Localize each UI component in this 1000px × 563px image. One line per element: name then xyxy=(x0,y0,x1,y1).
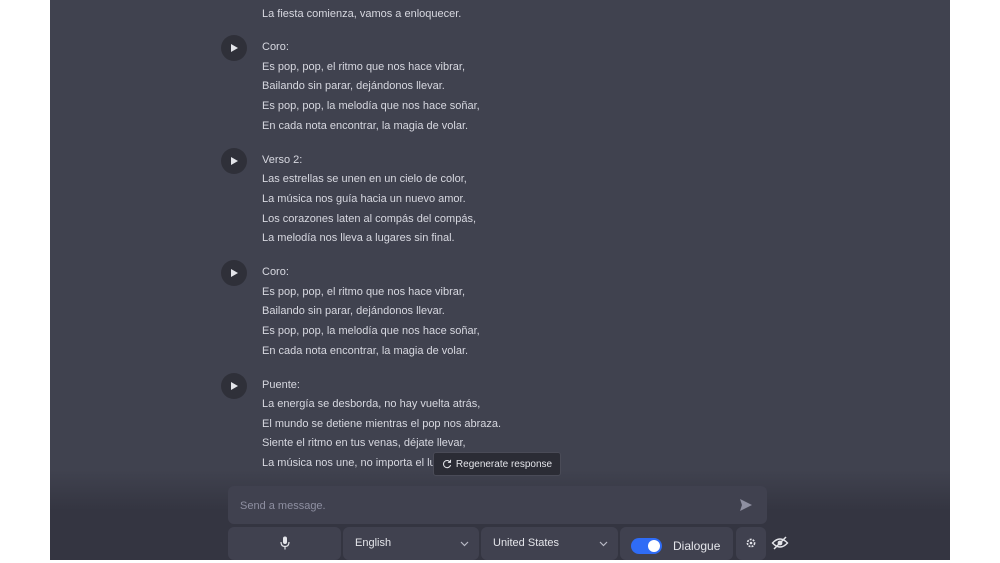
microphone-icon xyxy=(280,536,290,550)
play-icon xyxy=(230,269,238,277)
play-icon xyxy=(230,382,238,390)
lyric-line: Es pop, pop, la melodía que nos hace soñ… xyxy=(262,325,480,337)
lyric-line: Es pop, pop, el ritmo que nos hace vibra… xyxy=(262,61,466,73)
play-button[interactable] xyxy=(221,373,247,399)
play-icon xyxy=(230,157,238,165)
chat-window: La fiesta comienza, vamos a enloquecer. … xyxy=(50,0,950,560)
refresh-icon xyxy=(442,459,452,469)
lyric-line: La melodía nos lleva a lugares sin final… xyxy=(262,232,455,244)
play-icon xyxy=(230,44,238,52)
chevron-down-icon xyxy=(599,541,608,547)
dialogue-control: Dialogue xyxy=(620,527,733,560)
play-button[interactable] xyxy=(221,260,247,286)
lyric-line: Siente el ritmo en tus venas, déjate lle… xyxy=(262,437,466,449)
lyric-line: La fiesta comienza, vamos a enloquecer. xyxy=(262,8,462,20)
gear-icon xyxy=(746,538,756,548)
language-value: English xyxy=(355,537,392,549)
lyric-line: Bailando sin parar, dejándonos llevar. xyxy=(262,305,445,317)
section-heading: Verso 2: xyxy=(262,154,303,166)
section-heading: Coro: xyxy=(262,41,289,53)
toggle-knob xyxy=(648,540,660,552)
dialogue-label: Dialogue xyxy=(673,539,721,553)
lyric-line: La música nos une, no importa el lu xyxy=(262,457,436,469)
language-select[interactable]: English xyxy=(343,527,479,560)
lyric-line: Es pop, pop, el ritmo que nos hace vibra… xyxy=(262,286,466,298)
send-icon[interactable] xyxy=(739,498,753,512)
message-composer xyxy=(228,486,767,526)
lyric-line: La energía se desborda, no hay vuelta at… xyxy=(262,398,481,410)
region-select[interactable]: United States xyxy=(481,527,618,560)
dialogue-toggle[interactable] xyxy=(631,538,662,554)
message-input[interactable] xyxy=(238,486,722,526)
lyric-line: Es pop, pop, la melodía que nos hace soñ… xyxy=(262,100,480,112)
regenerate-label: Regenerate response xyxy=(455,458,553,470)
settings-button[interactable] xyxy=(736,527,766,560)
section-heading: Coro: xyxy=(262,266,289,278)
regenerate-response-button[interactable]: Regenerate response xyxy=(433,452,561,476)
play-button[interactable] xyxy=(221,148,247,174)
eye-off-icon[interactable] xyxy=(771,536,789,550)
lyric-line: El mundo se detiene mientras el pop nos … xyxy=(262,418,502,430)
region-value: United States xyxy=(493,537,560,549)
lyric-line: En cada nota encontrar, la magia de vola… xyxy=(262,345,469,357)
play-button[interactable] xyxy=(221,35,247,61)
lyric-line: En cada nota encontrar, la magia de vola… xyxy=(262,120,469,132)
microphone-button[interactable] xyxy=(228,527,341,560)
lyric-line: Bailando sin parar, dejándonos llevar. xyxy=(262,80,445,92)
lyric-line: Las estrellas se unen en un cielo de col… xyxy=(262,173,467,185)
section-heading: Puente: xyxy=(262,379,300,391)
lyric-line: La música nos guía hacia un nuevo amor. xyxy=(262,193,466,205)
chevron-down-icon xyxy=(460,541,469,547)
lyric-line: Los corazones laten al compás del compás… xyxy=(262,213,477,225)
